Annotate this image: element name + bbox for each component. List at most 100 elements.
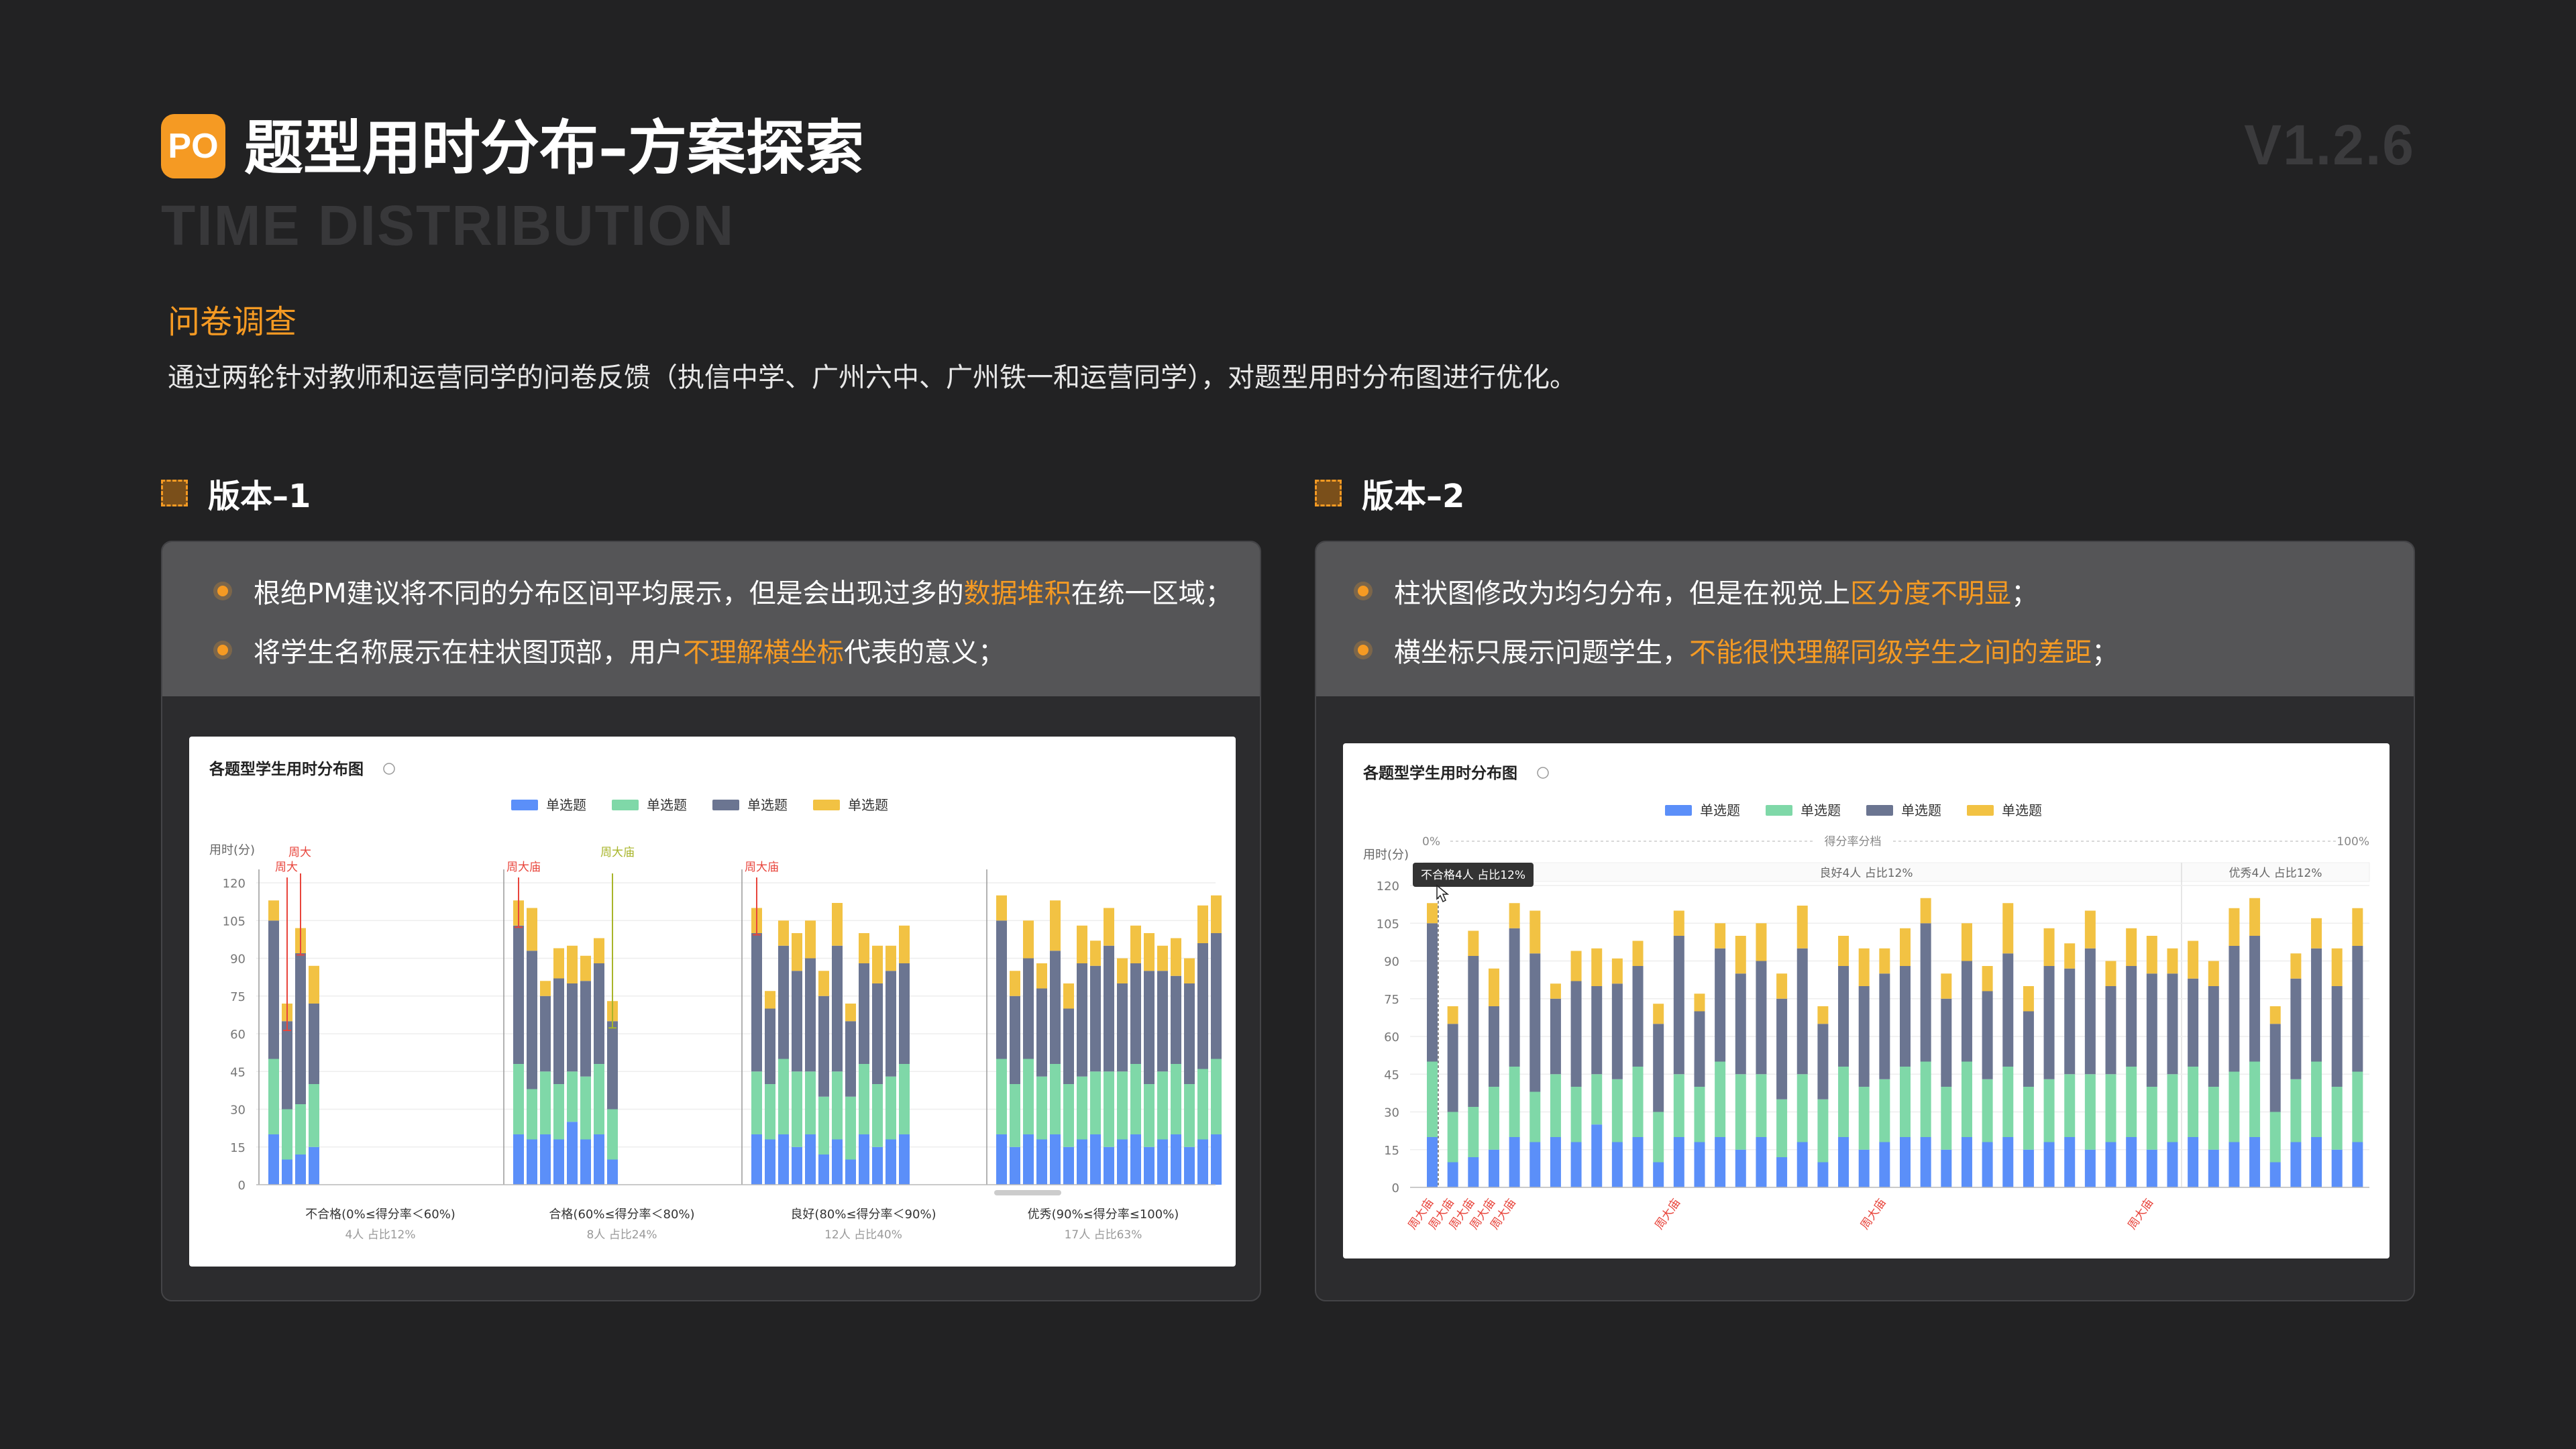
bar-segment (1529, 910, 1541, 954)
bar-segment (2249, 1137, 2261, 1187)
bar-segment (751, 1071, 762, 1134)
bar-segment (607, 1021, 618, 1110)
version2-card: 柱状图修改为均匀分布，但是在视觉上区分度不明显； 横坐标只展示问题学生，不能很快… (1315, 541, 2415, 1301)
bar-segment (2043, 1079, 2055, 1142)
bar-segment (1468, 1157, 1479, 1187)
band-label: 良好4人 占比12% (1819, 867, 1913, 880)
bar-segment (2229, 946, 2240, 1072)
bar-segment (1858, 1149, 1870, 1187)
bar-segment (1817, 1162, 1829, 1187)
bar-segment (765, 1084, 775, 1140)
bar-segment (1468, 956, 1479, 1107)
info-icon (1537, 767, 1549, 779)
bar-segment (1509, 1137, 1520, 1187)
bar-segment (2249, 898, 2261, 936)
annotation-label: 周大庙 (506, 861, 541, 874)
bar-segment (1077, 1076, 1087, 1140)
bar-segment (607, 1159, 618, 1185)
version1-heading-label: 版本–1 (208, 478, 311, 515)
bar-segment (1488, 968, 1499, 1006)
y-tick-label: 30 (230, 1104, 246, 1118)
bar-segment (1144, 1084, 1155, 1147)
bar-segment (1653, 1112, 1664, 1163)
bar-segment (1010, 996, 1020, 1084)
bar-segment (268, 900, 279, 921)
bar-segment (1130, 963, 1141, 1064)
bar-segment (2249, 936, 2261, 1062)
page-title: 题型用时分布–方案探索 (244, 113, 865, 182)
version2-notes: 柱状图修改为均匀分布，但是在视觉上区分度不明显； 横坐标只展示问题学生，不能很快… (1316, 542, 2414, 696)
bar-segment (1488, 1087, 1499, 1150)
tooltip-text: 不合格4人 占比12% (1421, 869, 1525, 882)
bar-segment (2188, 1137, 2199, 1187)
bar-segment (2167, 1074, 2178, 1142)
bar-segment (2167, 973, 2178, 1075)
bar-segment (2290, 978, 2302, 1079)
bar-segment (2167, 948, 2178, 974)
bar-segment (1529, 1142, 1541, 1187)
bar-segment (1920, 923, 1931, 1062)
bar-segment (2084, 910, 2096, 949)
bar-segment (1157, 1071, 1168, 1140)
bar-segment (2023, 1011, 2034, 1087)
bar-segment (1632, 1137, 1644, 1187)
scale-left-label: 0% (1422, 835, 1440, 849)
bar-segment (1144, 971, 1155, 1084)
scrollbar-thumb (994, 1190, 1061, 1195)
bar-segment (1796, 948, 1808, 1075)
bar-segment (1756, 961, 1767, 1075)
bar-segment (872, 945, 883, 983)
bar-segment (1171, 975, 1181, 1064)
bar-segment (1197, 1139, 1208, 1185)
bar-segment (268, 1059, 279, 1134)
bar-segment (2331, 948, 2343, 986)
bar-segment (1157, 971, 1168, 1072)
bar-segment (859, 963, 869, 1064)
bar-segment (1838, 1067, 1849, 1137)
bar-segment (996, 920, 1007, 1059)
bar-segment (996, 1134, 1007, 1185)
bar-segment (2188, 941, 2199, 979)
y-axis-label: 用时(分) (209, 843, 255, 857)
bar-segment (1427, 1061, 1438, 1137)
bar-segment (2002, 1067, 2014, 1137)
annotation-label: 周大庙 (600, 846, 635, 859)
bar-segment (1171, 1064, 1181, 1134)
bar-segment (2023, 1087, 2034, 1150)
bar-segment (594, 963, 604, 1064)
bar-segment (1036, 1076, 1047, 1140)
bar-segment (1694, 1142, 1705, 1187)
bar-segment (996, 895, 1007, 921)
version2-chart: 各题型学生用时分布图单选题 单选题 单选题 单选题用时(分) 0% 得分率分档 100% 良好… (1362, 764, 2370, 1232)
bar-segment (2352, 1071, 2363, 1142)
bar-segment (845, 1004, 856, 1022)
bar-segment (1570, 1087, 1582, 1142)
bar-segment (1050, 900, 1061, 951)
annotation-label: 周大 (275, 861, 298, 874)
note-item: 根绝PM建议将不同的分布区间平均展示，但是会出现过多的数据堆积在统一区域； (217, 572, 1232, 610)
chart-title: 各题型学生用时分布图 (1362, 764, 1517, 782)
bar-segment (268, 920, 279, 1059)
bar-segment (818, 996, 829, 1097)
bullet-dot-icon (1358, 645, 1368, 655)
bar-segment (1144, 1146, 1155, 1185)
bar-segment (885, 971, 896, 1077)
bar-segment (1817, 1006, 1829, 1024)
bar-segment (1694, 994, 1705, 1012)
bar-segment (1591, 1124, 1603, 1187)
bar-segment (885, 1076, 896, 1140)
section-description: 通过两轮针对教师和运营同学的问卷反馈（执信中学、广州六中、广州铁一和运营同学），… (168, 362, 1576, 393)
bar-segment (1941, 998, 1952, 1087)
bar-segment (1550, 983, 1561, 999)
bar-segment (2146, 1149, 2157, 1187)
bar-segment (1211, 1134, 1222, 1185)
bar-segment (845, 1021, 856, 1097)
bar-segment (1961, 961, 1972, 1062)
legend-swatch (1665, 805, 1692, 816)
bar-segment (553, 948, 564, 979)
bar-segment (1858, 986, 1870, 1087)
bar-segment (2269, 1162, 2281, 1187)
bar-segment (580, 955, 591, 981)
bar-segment (1184, 983, 1195, 1084)
bar-segment (2167, 1142, 2178, 1187)
